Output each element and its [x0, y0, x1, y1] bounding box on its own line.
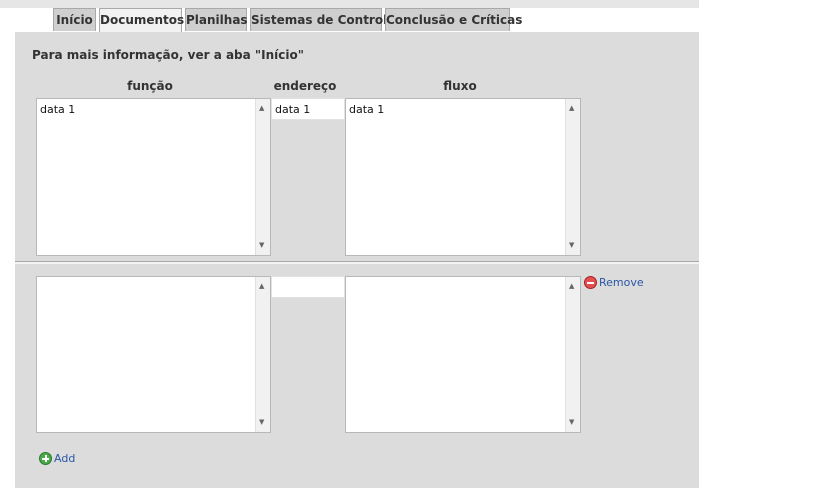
fluxo-textarea-row-2[interactable]: ▲ ▼	[345, 276, 581, 433]
scroll-up-icon[interactable]: ▲	[569, 283, 574, 290]
scroll-up-icon[interactable]: ▲	[259, 283, 264, 290]
add-button[interactable]: Add	[39, 452, 75, 465]
remove-icon	[584, 276, 597, 289]
row-separator	[15, 261, 699, 264]
scroll-down-icon[interactable]: ▼	[259, 242, 264, 249]
tab-planilhas[interactable]: Planilhas	[185, 8, 248, 31]
funcao-textarea-row-2[interactable]: ▲ ▼	[36, 276, 271, 433]
column-header-funcao: função	[127, 79, 173, 93]
scrollbar[interactable]: ▲ ▼	[255, 277, 270, 432]
column-header-fluxo: fluxo	[443, 79, 477, 93]
tab-bar: Início Documentos Planilhas Sistemas de …	[0, 8, 699, 32]
scrollbar[interactable]: ▲ ▼	[255, 99, 270, 255]
tab-sistemas-de-controle[interactable]: Sistemas de Controle	[250, 8, 395, 31]
endereco-input-row-2[interactable]	[271, 276, 345, 298]
scroll-up-icon[interactable]: ▲	[259, 105, 264, 112]
tab-documentos[interactable]: Documentos	[99, 8, 184, 32]
add-icon	[39, 452, 52, 465]
tab-inicio[interactable]: Início	[53, 8, 96, 31]
funcao-textarea-row-1[interactable]: data 1 ▲ ▼	[36, 98, 271, 256]
tab-conclusao-e-criticas[interactable]: Conclusão e Críticas	[385, 8, 522, 31]
scroll-up-icon[interactable]: ▲	[569, 105, 574, 112]
scroll-down-icon[interactable]: ▼	[259, 419, 264, 426]
scrollbar[interactable]: ▲ ▼	[565, 277, 580, 432]
remove-button[interactable]: Remove	[584, 276, 644, 289]
remove-label: Remove	[599, 276, 644, 289]
fluxo-value: data 1	[349, 103, 385, 116]
fluxo-textarea-row-1[interactable]: data 1 ▲ ▼	[345, 98, 581, 256]
scrollbar[interactable]: ▲ ▼	[565, 99, 580, 255]
scroll-down-icon[interactable]: ▼	[569, 242, 574, 249]
documents-panel: Para mais informação, ver a aba "Início"…	[15, 32, 699, 488]
endereco-value: data 1	[275, 103, 311, 116]
column-header-endereco: endereço	[273, 79, 337, 93]
endereco-input-row-1[interactable]: data 1	[271, 98, 345, 120]
scroll-down-icon[interactable]: ▼	[569, 419, 574, 426]
add-label: Add	[54, 452, 76, 465]
info-text: Para mais informação, ver a aba "Início"	[32, 48, 305, 62]
funcao-value: data 1	[40, 103, 76, 116]
